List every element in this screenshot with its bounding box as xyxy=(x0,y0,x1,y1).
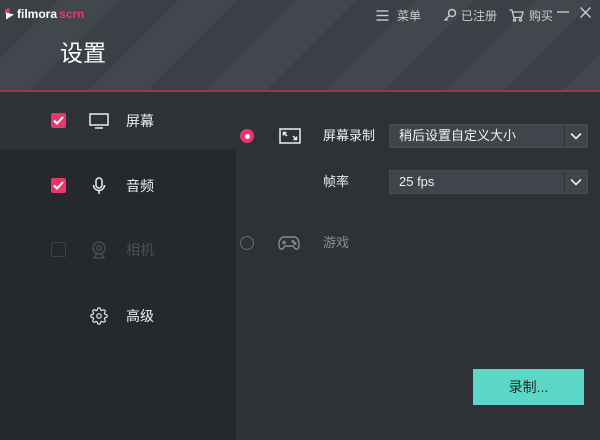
capture-area-value: 稍后设置自定义大小 xyxy=(399,128,517,143)
game-label: 游戏 xyxy=(323,235,350,250)
header-bar: filmora scrn 菜单 已注册 购买 设置 xyxy=(0,0,600,90)
camera-checkbox xyxy=(51,242,66,257)
brand-name: filmora xyxy=(17,7,58,21)
sidebar: 屏幕 音频 相机 高级 xyxy=(0,92,236,440)
screen-checkbox[interactable] xyxy=(51,113,66,128)
register-label: 已注册 xyxy=(461,8,498,23)
monitor-icon xyxy=(88,112,110,130)
record-button[interactable]: 录制... xyxy=(473,369,584,405)
chevron-down-icon[interactable] xyxy=(564,171,587,193)
brand-suffix: scrn xyxy=(59,7,85,21)
frame-rate-dropdown[interactable]: 25 fps xyxy=(389,170,588,194)
audio-checkbox[interactable] xyxy=(51,178,66,193)
game-option: 游戏 xyxy=(236,233,386,253)
sidebar-item-screen-content: 屏幕 xyxy=(0,92,236,150)
sidebar-item-advanced-content: 高级 xyxy=(0,287,236,345)
gamepad-icon xyxy=(278,235,300,251)
sidebar-item-audio-content: 音频 xyxy=(0,157,236,215)
filmora-logo-icon xyxy=(4,8,15,20)
buy-label: 购买 xyxy=(529,8,554,23)
menu-button[interactable]: 菜单 xyxy=(376,6,421,24)
screen-record-option: 屏幕录制 xyxy=(236,126,386,146)
sidebar-item-camera: 相机 xyxy=(0,221,236,279)
page-title: 设置 xyxy=(60,40,106,66)
sidebar-item-audio[interactable]: 音频 xyxy=(0,157,236,215)
frame-rate-label: 帧率 xyxy=(323,174,350,189)
close-button[interactable] xyxy=(578,4,592,20)
capture-area-dropdown[interactable]: 稍后设置自定义大小 xyxy=(389,124,588,148)
screen-settings-panel: 屏幕录制 稍后设置自定义大小 帧率 25 fps 游戏 录制... xyxy=(236,92,600,440)
fullscreen-icon xyxy=(279,128,301,144)
game-radio[interactable] xyxy=(240,236,254,250)
sidebar-item-label: 高级 xyxy=(126,308,154,324)
webcam-icon xyxy=(88,241,110,259)
key-icon xyxy=(443,8,457,22)
sidebar-item-label: 屏幕 xyxy=(126,113,154,129)
screen-record-label: 屏幕录制 xyxy=(323,128,376,143)
minimize-icon xyxy=(557,11,569,13)
minimize-button[interactable] xyxy=(556,4,570,20)
gear-icon xyxy=(88,307,110,325)
sidebar-item-label: 音频 xyxy=(126,178,154,194)
settings-window: filmora scrn 菜单 已注册 购买 设置 屏幕 音频 相机 高级 屏幕… xyxy=(0,0,600,440)
frame-rate-value: 25 fps xyxy=(399,174,435,189)
microphone-icon xyxy=(88,177,110,195)
hamburger-icon xyxy=(376,9,389,21)
sidebar-item-advanced[interactable]: 高级 xyxy=(0,287,236,345)
menu-label: 菜单 xyxy=(397,8,422,23)
brand-logo: filmora scrn xyxy=(4,6,84,22)
close-icon xyxy=(579,6,591,18)
sidebar-item-screen[interactable]: 屏幕 xyxy=(0,92,236,150)
screen-record-radio[interactable] xyxy=(240,129,254,143)
sidebar-item-camera-content: 相机 xyxy=(0,221,236,279)
buy-button[interactable]: 购买 xyxy=(509,6,553,24)
chevron-down-icon[interactable] xyxy=(564,125,587,147)
cart-icon xyxy=(509,8,524,22)
register-button[interactable]: 已注册 xyxy=(443,6,497,24)
sidebar-item-label: 相机 xyxy=(126,242,154,258)
